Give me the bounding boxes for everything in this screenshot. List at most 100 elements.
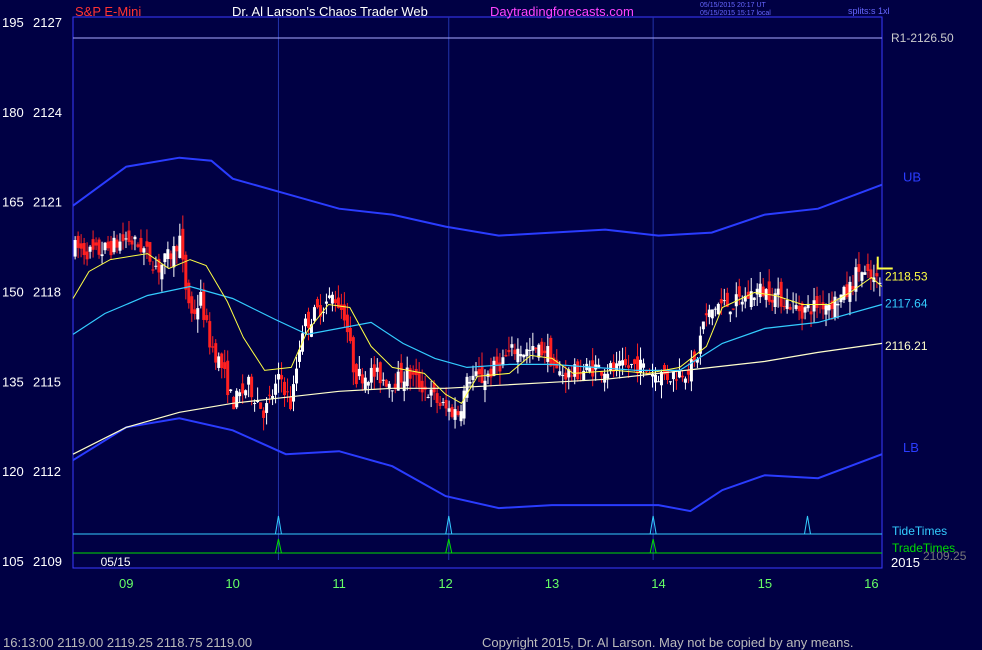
candle-up <box>178 235 182 258</box>
candle-down <box>345 314 349 333</box>
candle-down <box>704 313 708 316</box>
candle-down <box>576 361 580 380</box>
candle-down <box>241 383 245 394</box>
candle-up <box>292 384 296 402</box>
candle-down <box>680 375 684 378</box>
candle-down <box>779 281 783 307</box>
candle-up <box>803 307 807 313</box>
candle-up <box>238 392 242 397</box>
candle-down <box>851 286 855 290</box>
candle-down <box>250 376 254 398</box>
candle-up <box>459 411 463 422</box>
candle-down <box>145 241 149 247</box>
candle-down <box>130 240 134 245</box>
candle-up <box>217 356 221 368</box>
candle-down <box>408 368 412 379</box>
candle-down <box>417 371 421 388</box>
candle-down <box>315 299 319 308</box>
candle-up <box>519 354 523 357</box>
candle-up <box>462 390 466 419</box>
candle-up <box>642 363 646 368</box>
candle-up <box>375 367 379 372</box>
candle-down <box>797 305 801 312</box>
candle-down <box>788 306 792 310</box>
y-tick-left: 135 <box>2 374 24 389</box>
candle-down <box>866 263 870 272</box>
candle-down <box>411 372 415 375</box>
candle-down <box>384 379 388 387</box>
candle-down <box>543 350 547 354</box>
candle-down <box>79 243 83 249</box>
candle-up <box>794 305 798 309</box>
candle-down <box>202 289 206 320</box>
candle-down <box>782 306 786 308</box>
candle-down <box>513 349 517 355</box>
y-tick-right: 2127 <box>33 15 62 30</box>
quote-readout: 16:13:00 2119.00 2119.25 2118.75 2119.00 <box>3 635 253 650</box>
candle-up <box>295 368 299 384</box>
candle-down <box>82 242 86 256</box>
candle-down <box>435 393 439 404</box>
site-link[interactable]: Daytradingforecasts.com <box>490 4 634 19</box>
candle-up <box>118 241 122 251</box>
candle-up <box>510 344 514 348</box>
candle-up <box>722 300 726 302</box>
candle-down <box>97 239 101 255</box>
candle-down <box>184 254 188 290</box>
candle-up <box>606 373 610 379</box>
candle-down <box>770 299 774 303</box>
candle-down <box>268 394 272 396</box>
x-tick-label: 09 <box>119 576 133 591</box>
candle-down <box>348 328 352 342</box>
candle-up <box>229 389 233 392</box>
candle-down <box>686 370 690 375</box>
y-tick-right: 2109 <box>33 554 62 569</box>
candle-down <box>136 244 140 247</box>
candle-up <box>244 390 248 396</box>
candle-up <box>654 374 658 383</box>
candle-up <box>824 305 828 315</box>
symbol-label: S&P E-Mini <box>75 4 142 19</box>
candle-up <box>758 283 762 298</box>
candle-down <box>534 347 538 350</box>
candle-down <box>360 374 364 384</box>
candle-down <box>205 315 209 321</box>
candle-up <box>710 309 714 319</box>
candle-down <box>121 234 125 242</box>
candle-down <box>633 359 637 365</box>
candle-up <box>603 373 607 383</box>
date-label: 05/15 <box>101 555 131 569</box>
copyright: Copyright 2015, Dr. Al Larson. May not b… <box>482 635 854 650</box>
candle-up <box>112 237 116 253</box>
candle-up <box>196 308 200 320</box>
candle-down <box>169 253 173 260</box>
candle-down <box>259 402 263 409</box>
candle-up <box>124 238 128 240</box>
candle-down <box>800 303 804 319</box>
candle-up <box>426 396 430 398</box>
candle-down <box>211 346 215 348</box>
candle-up <box>531 346 535 351</box>
candle-down <box>719 299 723 304</box>
candle-up <box>677 371 681 378</box>
lower-band-label: LB <box>903 440 919 455</box>
candle-down <box>456 411 460 415</box>
candle-down <box>438 402 442 406</box>
candle-down <box>351 337 355 373</box>
candle-up <box>429 389 433 396</box>
candle-down <box>600 371 604 376</box>
candle-down <box>674 379 678 381</box>
candle-down <box>339 304 343 310</box>
candle-up <box>402 381 406 392</box>
candle-down <box>540 341 544 356</box>
candle-down <box>875 273 879 277</box>
candle-down <box>214 343 218 363</box>
candle-up <box>561 375 565 377</box>
candle-up <box>381 379 385 381</box>
candle-down <box>148 242 152 262</box>
candle-down <box>378 362 382 384</box>
candle-up <box>390 390 394 392</box>
candle-down <box>761 286 765 297</box>
candle-down <box>223 362 227 369</box>
y-tick-left: 150 <box>2 285 24 300</box>
